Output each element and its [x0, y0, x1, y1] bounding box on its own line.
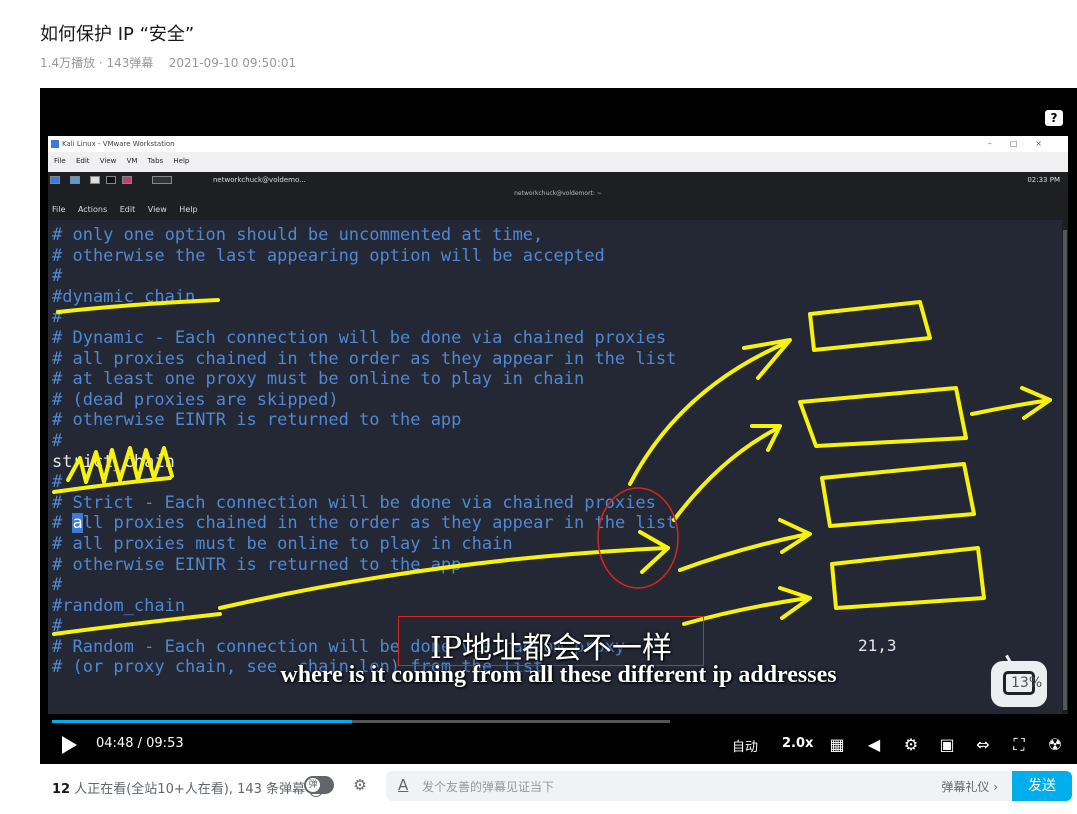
- play-icon[interactable]: [62, 736, 77, 754]
- code-line: # all proxies chained in the order as th…: [52, 513, 677, 534]
- radiation-icon[interactable]: ☢: [1044, 735, 1066, 755]
- progress-fill: [52, 720, 352, 723]
- vmware-menu-edit[interactable]: Edit: [76, 157, 90, 165]
- video-player[interactable]: ? Kali Linux - VMware Workstation –□× Fi…: [40, 88, 1077, 764]
- scrollbar-thumb[interactable]: [1063, 230, 1067, 710]
- code-line: # Dynamic - Each connection will be done…: [52, 327, 667, 348]
- terminal-scrollbar[interactable]: [1062, 220, 1068, 714]
- danmaku-toggle-label: 弹: [306, 778, 320, 792]
- time-separator: /: [137, 736, 142, 751]
- terminal-code: # only one option should be uncommented …: [52, 225, 676, 678]
- subtitle-en: where is it coming from all these differ…: [280, 662, 837, 688]
- vmware-menu-tabs[interactable]: Tabs: [148, 157, 164, 165]
- kali-taskbar: networkchuck@voldemo... 02:33 PM: [48, 172, 1068, 188]
- tv-logo-percent: 13%: [1011, 675, 1043, 691]
- kali-menu-icon[interactable]: [50, 176, 60, 184]
- code-line: # (dead proxies are skipped): [52, 389, 339, 410]
- danmaku-settings-icon[interactable]: ⚙: [350, 776, 370, 794]
- danmaku-input[interactable]: [420, 771, 924, 803]
- vmware-titlebar: Kali Linux - VMware Workstation –□×: [48, 136, 1068, 152]
- taskbar-clock: 02:33 PM: [1027, 176, 1060, 184]
- workspace-icon[interactable]: [70, 176, 80, 184]
- volume-icon[interactable]: ◀: [863, 735, 885, 755]
- terminal-menu-actions[interactable]: Actions: [78, 205, 107, 214]
- code-line: #random_chain: [52, 595, 186, 616]
- widescreen-icon[interactable]: ⇔: [972, 735, 994, 755]
- code-line: # at least one proxy must be online to p…: [52, 369, 585, 390]
- terminal-menu-edit[interactable]: Edit: [120, 205, 136, 214]
- font-style-icon[interactable]: A: [398, 776, 408, 794]
- subtitle-cn-box: IP地址都会不一样: [398, 616, 704, 666]
- terminal-icon[interactable]: [106, 176, 116, 184]
- code-line: #dynamic_chain: [52, 286, 196, 307]
- progress-bar[interactable]: [52, 720, 670, 723]
- code-line: # otherwise EINTR is returned to the app: [52, 554, 462, 575]
- danmaku-bar: 12 人正在看(全站10+人在看), 143 条弹幕? 弹 ⚙ A 弹幕礼仪 ›…: [40, 764, 1077, 808]
- code-line: #: [52, 575, 63, 596]
- vmware-menu-file[interactable]: File: [54, 157, 66, 165]
- subtitle-cn: IP地址都会不一样: [429, 631, 673, 666]
- pip-icon[interactable]: ▣: [936, 735, 958, 755]
- files-icon[interactable]: [90, 176, 100, 184]
- viewer-count: 12: [52, 782, 71, 797]
- vmware-menu-view[interactable]: View: [100, 157, 117, 165]
- terminal-menu: File Actions Edit View Help: [48, 200, 1068, 220]
- text-cursor: a: [72, 513, 83, 534]
- vmware-menu: File Edit View VM Tabs Help: [48, 154, 1068, 168]
- terminal-menu-help[interactable]: Help: [179, 205, 197, 214]
- taskbar-window[interactable]: networkchuck@voldemo...: [213, 172, 306, 188]
- code-line: # only one option should be uncommented …: [52, 225, 544, 245]
- send-button[interactable]: 发送: [1012, 771, 1072, 801]
- help-icon[interactable]: ?: [1045, 110, 1063, 126]
- code-line: #: [52, 472, 63, 493]
- vmware-menu-vm[interactable]: VM: [127, 157, 138, 165]
- code-line: #: [52, 430, 63, 451]
- code-line: # otherwise the last appearing option wi…: [52, 245, 605, 266]
- fullscreen-icon[interactable]: ⛶: [1008, 735, 1030, 755]
- window-controls[interactable]: –□×: [988, 136, 1060, 152]
- current-time: 04:48: [96, 736, 134, 751]
- code-line: # Strict - Each connection will be done …: [52, 492, 656, 513]
- viewer-text: 人正在看(全站10+人在看), 143 条弹幕: [70, 782, 306, 797]
- vmware-icon: [51, 140, 59, 148]
- code-line: #: [52, 616, 63, 637]
- danmaku-toggle[interactable]: 弹: [304, 776, 334, 794]
- code-line: strict_chain: [52, 451, 175, 472]
- code-line: #: [52, 307, 63, 328]
- time-display: 04:48 / 09:53: [96, 736, 184, 751]
- cursor-position: 21,3: [858, 636, 897, 655]
- viewer-info: 12 人正在看(全站10+人在看), 143 条弹幕?: [52, 778, 324, 797]
- video-meta: 1.4万播放 · 143弹幕 2021-09-10 09:50:01: [40, 56, 297, 70]
- tv-logo-icon: 13%: [991, 661, 1047, 707]
- quality-button[interactable]: 自动: [732, 736, 758, 755]
- app-icon[interactable]: [122, 176, 132, 184]
- video-title: 如何保护 IP “安全”: [40, 24, 195, 45]
- code-line: #: [52, 266, 63, 287]
- subtitle-icon[interactable]: ▦: [826, 735, 848, 755]
- vmware-menu-help[interactable]: Help: [173, 157, 189, 165]
- code-line: # all proxies chained in the order as th…: [52, 348, 677, 369]
- terminal-menu-view[interactable]: View: [148, 205, 167, 214]
- vmware-title: Kali Linux - VMware Workstation: [62, 140, 175, 148]
- danmaku-input-wrap: A 弹幕礼仪 ›: [386, 771, 1012, 803]
- player-controls: 04:48 / 09:53 自动 2.0x ▦ ◀ ⚙ ▣ ⇔ ⛶ ☢: [40, 728, 1077, 764]
- window-icon[interactable]: [152, 176, 172, 184]
- terminal-menu-file[interactable]: File: [52, 205, 65, 214]
- code-line: # all proxies must be online to play in …: [52, 533, 513, 554]
- settings-icon[interactable]: ⚙: [900, 735, 922, 755]
- speed-button[interactable]: 2.0x: [782, 736, 813, 751]
- duration: 09:53: [146, 736, 184, 751]
- danmaku-etiquette[interactable]: 弹幕礼仪 ›: [941, 778, 998, 795]
- code-line: # otherwise EINTR is returned to the app: [52, 410, 462, 431]
- terminal-title: networkchuck@voldemort: ~: [48, 188, 1068, 200]
